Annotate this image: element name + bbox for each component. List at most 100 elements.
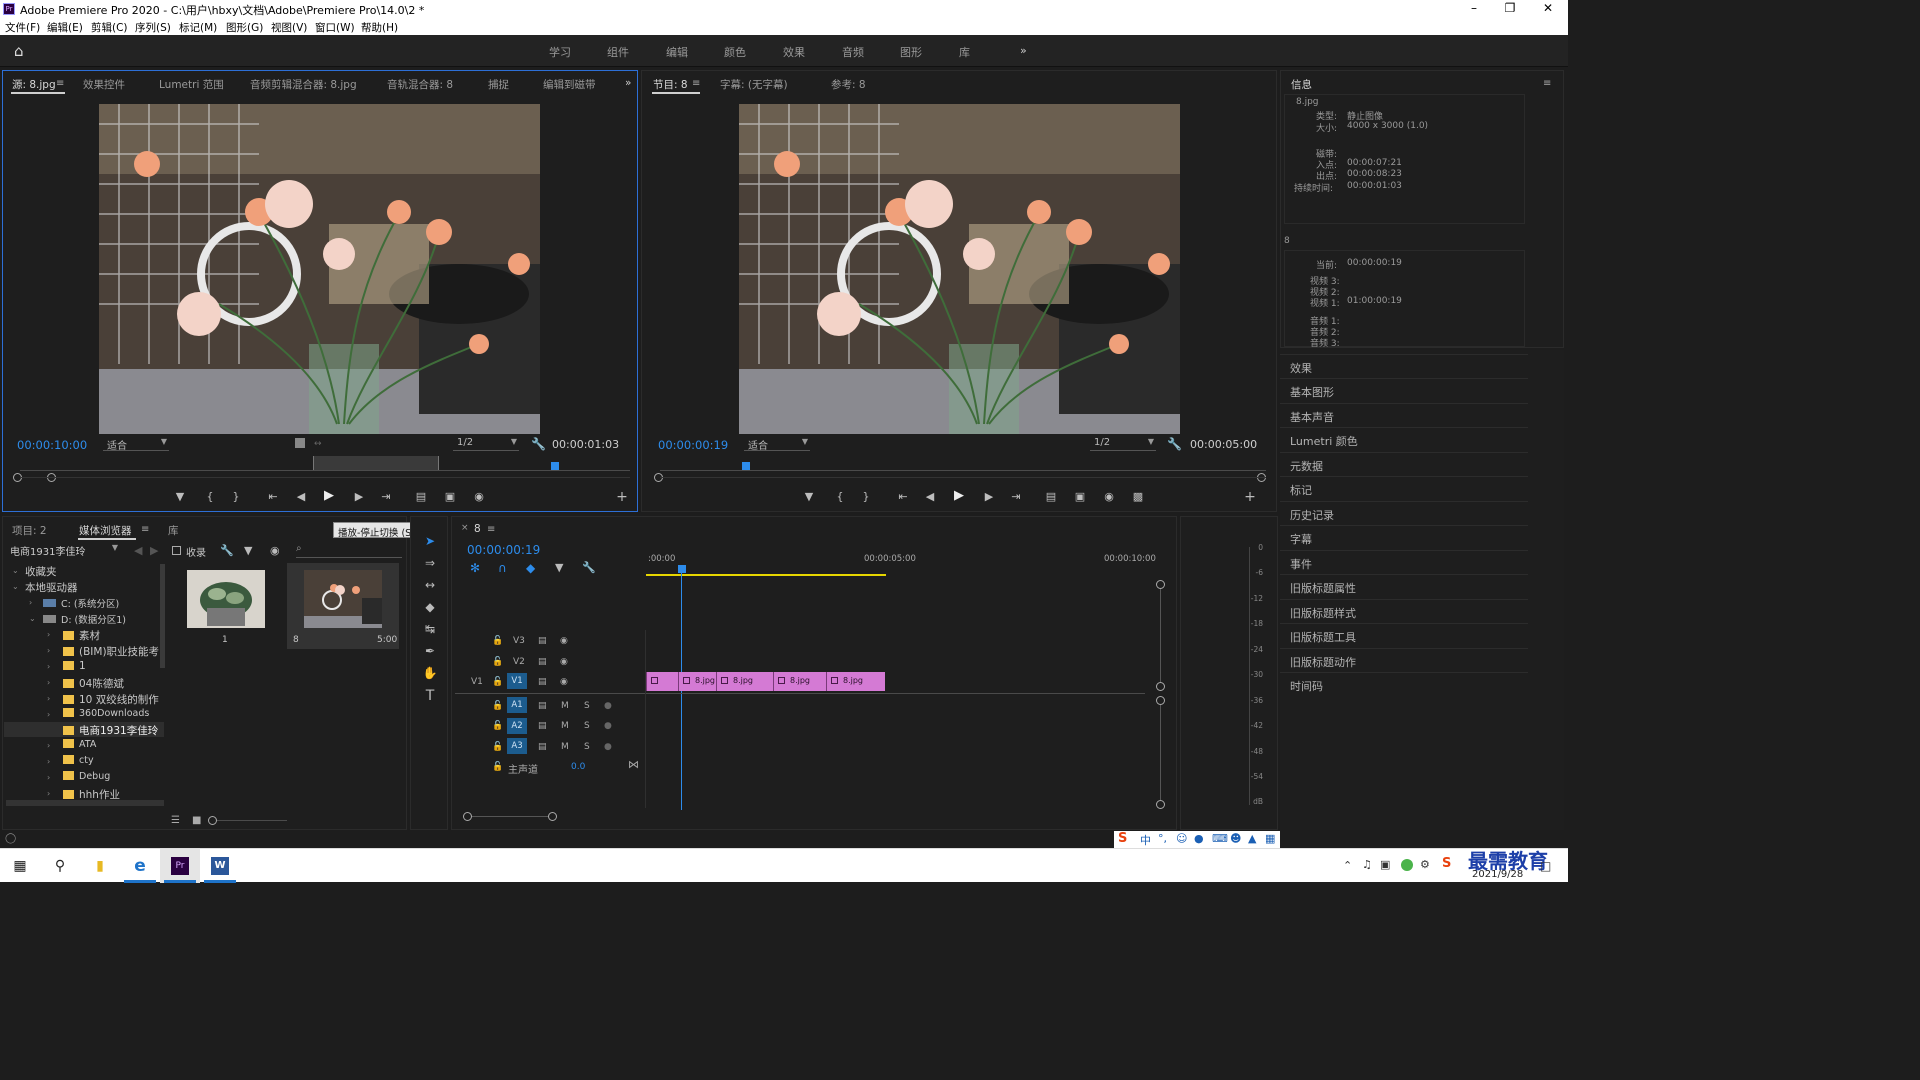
source-playhead[interactable] <box>551 462 559 470</box>
chevron-right-icon[interactable]: › <box>29 598 32 607</box>
tab-reference[interactable]: 参考: 8 <box>831 77 866 92</box>
workspace-editing[interactable]: 编辑 <box>666 44 688 60</box>
lock-icon[interactable]: 🔓 <box>492 636 503 646</box>
tree-folder[interactable]: (BIM)职业技能考 <box>63 644 159 659</box>
menu-view[interactable]: 视图(V) <box>271 20 307 35</box>
workspace-assembly[interactable]: 组件 <box>607 44 629 60</box>
chevron-down-icon[interactable]: ⌄ <box>29 614 36 623</box>
microphone-icon[interactable]: ● <box>1194 832 1204 845</box>
tab-edit-to-tape[interactable]: 编辑到磁带 <box>543 77 596 92</box>
step-forward-icon[interactable]: ▶ <box>981 490 997 503</box>
menu-marker[interactable]: 标记(M) <box>179 20 217 35</box>
nest-icon[interactable]: ✻ <box>470 561 480 575</box>
overwrite-icon[interactable]: ▣ <box>442 490 458 503</box>
tree-folder[interactable]: ATA <box>63 739 96 750</box>
tree-horizontal-scrollbar[interactable] <box>6 800 164 806</box>
timeline-clip[interactable]: 8.jpg <box>773 672 826 691</box>
eye-icon[interactable]: ◉ <box>270 544 280 557</box>
source-fit-dropdown[interactable]: 适合 ▼ <box>103 437 169 452</box>
volume-icon[interactable]: ♫ <box>1362 858 1372 871</box>
panel-timecode[interactable]: 时间码 <box>1280 672 1528 696</box>
chevron-right-icon[interactable]: › <box>47 757 50 766</box>
chevron-right-icon[interactable]: › <box>47 694 50 703</box>
menu-edit[interactable]: 编辑(E) <box>47 20 83 35</box>
chevron-down-icon[interactable]: ⌄ <box>12 566 19 575</box>
video-scroll-handle-top[interactable] <box>1156 580 1165 589</box>
timeline-clip[interactable] <box>646 672 678 691</box>
tree-folder[interactable]: cty <box>63 755 94 766</box>
tab-sequence[interactable]: 8 <box>474 523 481 535</box>
mute-button[interactable]: M <box>561 742 569 752</box>
track-a2-target[interactable]: A2 <box>507 718 527 734</box>
source-video-frame[interactable] <box>99 104 540 434</box>
lock-icon[interactable]: 🔓 <box>492 701 503 711</box>
go-to-in-icon[interactable]: ⇤ <box>265 490 281 503</box>
timeline-playhead-handle[interactable] <box>678 565 686 573</box>
workspace-effects[interactable]: 效果 <box>783 44 805 60</box>
program-timecode[interactable]: 00:00:00:19 <box>658 438 728 452</box>
lock-icon[interactable]: 🔓 <box>492 657 503 667</box>
audio-scrollbar[interactable] <box>1160 705 1161 800</box>
go-to-out-icon[interactable]: ⇥ <box>378 490 394 503</box>
panel-legacy-title-properties[interactable]: 旧版标题属性 <box>1280 574 1528 598</box>
tab-captions[interactable]: 字幕: (无字幕) <box>720 77 788 92</box>
safe-margins-icon[interactable] <box>295 438 305 448</box>
lock-icon[interactable]: 🔓 <box>492 742 503 752</box>
extract-icon[interactable]: ▣ <box>1072 490 1088 503</box>
lock-icon[interactable]: 🔓 <box>492 762 503 772</box>
audio-scroll-handle-top[interactable] <box>1156 696 1165 705</box>
panel-effects[interactable]: 效果 <box>1280 354 1528 378</box>
maximize-button[interactable]: ❐ <box>1492 0 1528 18</box>
solo-button[interactable]: S <box>584 742 590 752</box>
slip-tool-icon[interactable]: ↹ <box>421 622 439 636</box>
step-forward-icon[interactable]: ▶ <box>351 490 367 503</box>
punctuation-icon[interactable]: °, <box>1158 832 1167 845</box>
panel-legacy-title-tools[interactable]: 旧版标题工具 <box>1280 623 1528 647</box>
timeline-clip[interactable]: 8.jpg <box>678 672 716 691</box>
wrench-icon[interactable]: 🔧 <box>582 561 596 574</box>
pen-tool-icon[interactable]: ✒ <box>421 644 439 658</box>
ime-mode-label[interactable]: 中 <box>1140 832 1151 848</box>
track-v1-target[interactable]: V1 <box>507 673 527 689</box>
panel-lumetri-color[interactable]: Lumetri 颜色 <box>1280 427 1528 451</box>
panel-markers[interactable]: 标记 <box>1280 476 1528 500</box>
wrench-icon[interactable]: 🔧 <box>531 437 546 451</box>
master-volume-value[interactable]: 0.0 <box>571 762 585 772</box>
work-area-bar[interactable] <box>646 574 886 576</box>
timeline-clip[interactable]: 8.jpg <box>716 672 773 691</box>
panel-essential-graphics[interactable]: 基本图形 <box>1280 378 1528 402</box>
microphone-icon[interactable]: ● <box>604 721 612 731</box>
workspace-learning[interactable]: 学习 <box>549 44 571 60</box>
microphone-icon[interactable]: ● <box>604 742 612 752</box>
chevron-right-icon[interactable]: › <box>47 678 50 687</box>
tree-folder[interactable]: 10 双绞线的制作 <box>63 692 159 707</box>
tab-media-browser[interactable]: 媒体浏览器 <box>79 523 132 538</box>
windows-start-icon[interactable]: ▦ <box>0 849 40 883</box>
keyboard-icon[interactable]: ⌨ <box>1212 832 1228 845</box>
workspace-graphics[interactable]: 图形 <box>900 44 922 60</box>
step-back-icon[interactable]: ◀ <box>922 490 938 503</box>
audio-scroll-handle-bottom[interactable] <box>1156 800 1165 809</box>
program-ruler[interactable] <box>660 470 1266 471</box>
add-button-icon[interactable]: + <box>614 489 630 505</box>
home-icon[interactable]: ⌂ <box>14 42 24 60</box>
source-timecode-in[interactable]: 00:00:10:00 <box>17 438 87 452</box>
comparison-view-icon[interactable]: ▩ <box>1130 490 1146 503</box>
ripple-edit-tool-icon[interactable]: ↔ <box>421 578 439 592</box>
tree-scrollbar[interactable] <box>160 564 165 668</box>
track-a3-target[interactable]: A3 <box>507 738 527 754</box>
track-area[interactable] <box>645 630 1155 808</box>
timeline-timecode[interactable]: 00:00:00:19 <box>467 543 540 557</box>
chevron-right-icon[interactable]: › <box>47 773 50 782</box>
source-resolution-dropdown[interactable]: 1/2 ▼ <box>453 437 519 451</box>
step-back-icon[interactable]: ◀ <box>293 490 309 503</box>
filter-icon[interactable]: ▼ <box>244 544 252 557</box>
video-scrollbar[interactable] <box>1160 589 1161 682</box>
play-button[interactable]: ▶ <box>321 488 337 503</box>
timeline-zoom-bar[interactable] <box>472 816 548 817</box>
go-to-edit-icon[interactable]: ⋈ <box>628 758 639 771</box>
wrench-icon[interactable]: 🔧 <box>1167 437 1182 451</box>
toolbox-icon[interactable]: ▦ <box>1265 832 1275 845</box>
linked-selection-icon[interactable]: ◆ <box>526 561 535 575</box>
microphone-icon[interactable]: ● <box>604 701 612 711</box>
